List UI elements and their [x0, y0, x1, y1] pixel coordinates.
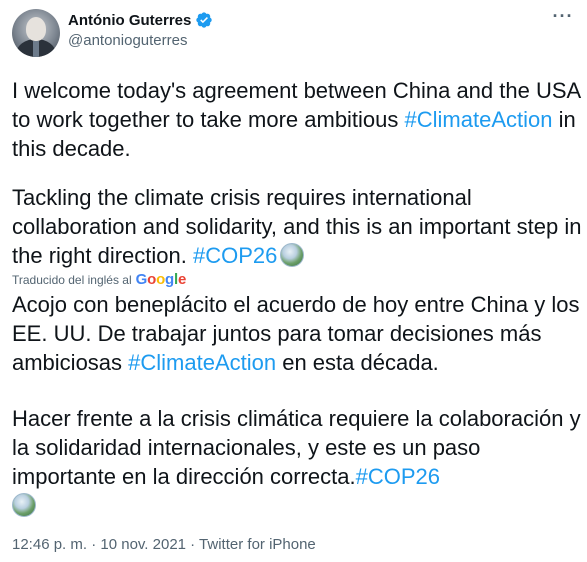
verified-badge-icon — [195, 11, 213, 29]
translation-label: Traducido del inglés al — [12, 272, 132, 287]
cop26-globe-emoji-icon — [12, 493, 36, 517]
translation-attribution: Traducido del inglés al Google — [12, 271, 186, 288]
tweet-card: António Guterres @antonioguterres ··· I … — [0, 0, 587, 562]
hashtag-climateaction-translated-link[interactable]: #ClimateAction — [128, 350, 276, 375]
hashtag-cop26-link[interactable]: #COP26 — [193, 243, 277, 268]
avatar-face-shape — [26, 17, 46, 41]
avatar-tie-shape — [33, 41, 39, 57]
author-name-row: António Guterres — [68, 11, 213, 29]
hashtag-climateaction-link[interactable]: #ClimateAction — [405, 107, 553, 132]
tweet-timestamp[interactable]: 12:46 p. m. · 10 nov. 2021 · Twitter for… — [12, 536, 316, 553]
tweet-paragraph-2: Tackling the climate crisis requires int… — [12, 183, 582, 270]
tweet-paragraph-4-translated: Hacer frente a la crisis climática requi… — [12, 404, 582, 520]
cop26-globe-emoji-icon — [280, 243, 305, 267]
google-logo: Google — [135, 271, 187, 288]
tweet-paragraph-3-translated: Acojo con beneplácito el acuerdo de hoy … — [12, 290, 582, 377]
paragraph-4-text: Hacer frente a la crisis climática requi… — [12, 406, 581, 489]
author-display-name[interactable]: António Guterres — [68, 12, 191, 29]
tweet-paragraph-1: I welcome today's agreement between Chin… — [12, 76, 582, 163]
author-avatar[interactable] — [12, 9, 60, 57]
author-handle[interactable]: @antonioguterres — [68, 32, 187, 49]
hashtag-cop26-translated-link[interactable]: #COP26 — [356, 464, 440, 489]
paragraph-3-text-end: en esta década. — [276, 350, 439, 375]
more-options-icon[interactable]: ··· — [548, 4, 578, 28]
